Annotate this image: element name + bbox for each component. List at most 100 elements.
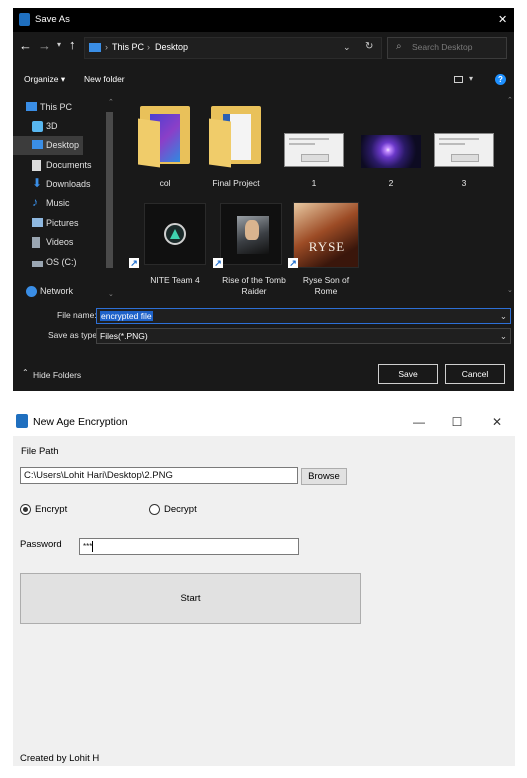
search-placeholder: Search Desktop: [412, 42, 473, 52]
sidebar-item-music[interactable]: ♪ Music: [13, 194, 83, 213]
folder-front-icon: [138, 118, 160, 168]
radio-selected-icon: [20, 504, 31, 515]
file-name-label: File name:: [57, 310, 97, 320]
chevron-up-icon[interactable]: ⌃: [22, 368, 29, 377]
file-name-value: encrypted file: [100, 311, 153, 321]
password-input[interactable]: ***: [79, 538, 299, 555]
decrypt-label: Decrypt: [164, 504, 197, 515]
app-logo-icon: [16, 414, 28, 428]
hide-folders-button[interactable]: Hide Folders: [33, 370, 81, 380]
file-item-nite-team-4[interactable]: ↗ NITE Team 4: [129, 202, 206, 298]
encrypt-radio[interactable]: Encrypt: [20, 503, 90, 517]
file-item-final-project[interactable]: Final Project: [201, 102, 271, 192]
chevron-down-icon[interactable]: ⌄: [507, 286, 513, 294]
network-icon: [26, 286, 37, 297]
file-list-scrollbar[interactable]: ⌃ ⌄: [506, 96, 514, 302]
sidebar-item-this-pc[interactable]: This PC: [13, 98, 83, 117]
drive-icon: [32, 261, 43, 267]
back-arrow-icon[interactable]: ←: [19, 38, 32, 53]
sidebar-item-label: Pictures: [46, 218, 79, 228]
chevron-down-icon[interactable]: ▾: [469, 74, 473, 83]
footer-credit: Created by Lohit H: [20, 753, 100, 764]
app-title: New Age Encryption: [33, 416, 128, 428]
file-name: col: [159, 178, 171, 188]
search-icon: ⌕: [396, 41, 402, 52]
view-options-icon[interactable]: [454, 76, 463, 83]
nite-team-logo-icon: [144, 203, 206, 265]
start-button[interactable]: Start: [20, 573, 361, 624]
minimize-button[interactable]: —: [399, 408, 439, 436]
close-button[interactable]: ✕: [477, 408, 517, 436]
chevron-down-icon[interactable]: ⌄: [500, 329, 507, 343]
close-icon[interactable]: ✕: [498, 13, 507, 26]
app-titlebar: New Age Encryption — ☐ ✕: [13, 408, 515, 436]
browse-button[interactable]: Browse: [301, 468, 347, 485]
sidebar-item-pictures[interactable]: Pictures: [13, 214, 83, 233]
sidebar-item-videos[interactable]: Videos: [13, 233, 83, 252]
file-name: Ryse Son of Rome: [302, 275, 350, 296]
file-item-2[interactable]: 2: [356, 102, 426, 192]
sidebar-item-label: Music: [46, 198, 70, 208]
download-icon: ⬇: [32, 176, 43, 190]
sidebar-item-label: Desktop: [46, 140, 80, 150]
desktop-icon: [32, 140, 43, 149]
sidebar-item-label: This PC: [40, 102, 73, 112]
image-thumbnail: [361, 135, 421, 168]
up-arrow-icon[interactable]: ↑: [69, 37, 76, 52]
file-item-ryse-son-of-rome[interactable]: RYSE ↗ Ryse Son of Rome: [285, 202, 359, 298]
file-name-input[interactable]: encrypted file ⌄: [96, 308, 511, 324]
chevron-down-icon[interactable]: ⌄: [343, 42, 351, 53]
shortcut-arrow-icon: ↗: [213, 258, 223, 268]
new-folder-button[interactable]: New folder: [84, 74, 125, 84]
sidebar-item-desktop[interactable]: Desktop: [13, 136, 83, 155]
breadcrumb-this-pc[interactable]: This PC: [112, 42, 144, 52]
maximize-button[interactable]: ☐: [437, 408, 477, 436]
command-bar: Organize ▾ New folder ▾ ?: [13, 68, 514, 96]
password-label: Password: [20, 539, 62, 550]
refresh-icon[interactable]: ↻: [365, 41, 373, 52]
chevron-down-icon[interactable]: ⌄: [108, 290, 114, 298]
file-path-input[interactable]: C:\Users\Lohit Hari\Desktop\2.PNG: [20, 467, 298, 484]
encryption-app-window: New Age Encryption — ☐ ✕ File Path C:\Us…: [13, 408, 515, 766]
organize-button[interactable]: Organize ▾: [24, 74, 65, 85]
sidebar-scrollbar[interactable]: [106, 112, 113, 268]
sidebar-item-network[interactable]: Network: [13, 282, 83, 301]
cube-icon: [32, 121, 43, 132]
password-value: ***: [83, 542, 93, 551]
chevron-up-icon[interactable]: ⌃: [108, 98, 114, 106]
file-item-1[interactable]: 1: [279, 102, 349, 192]
file-list: col Final Project 1 2 3 ↗ NITE Team 4 ↗ …: [117, 96, 506, 302]
chevron-up-icon[interactable]: ⌃: [507, 96, 513, 104]
file-path-label: File Path: [21, 446, 59, 457]
file-item-col[interactable]: col: [130, 102, 200, 192]
file-item-rise-of-the-tomb-raider[interactable]: ↗ Rise of the Tomb Raider: [207, 202, 286, 298]
sidebar-item-downloads[interactable]: ⬇ Downloads: [13, 175, 91, 194]
chevron-down-icon[interactable]: ⌄: [500, 309, 507, 323]
save-button[interactable]: Save: [378, 364, 438, 384]
recent-dropdown-icon[interactable]: ▾: [57, 40, 61, 49]
encrypt-label: Encrypt: [35, 504, 68, 515]
search-box[interactable]: ⌕ Search Desktop: [387, 37, 507, 59]
decrypt-radio[interactable]: Decrypt: [149, 503, 219, 517]
save-as-dialog: Save As ✕ ← → ▾ ↑ › This PC › Desktop ⌄ …: [13, 8, 514, 391]
address-bar[interactable]: › This PC › Desktop ⌄ ↻: [84, 37, 382, 59]
save-as-type-select[interactable]: Files(*.PNG) ⌄: [96, 328, 511, 344]
ryse-logo-text: RYSE: [308, 239, 346, 254]
sidebar-item-label: OS (C:): [46, 257, 77, 267]
sidebar-item-documents[interactable]: Documents: [13, 156, 92, 175]
pc-icon: [26, 102, 37, 111]
help-icon[interactable]: ?: [495, 74, 506, 85]
cancel-button[interactable]: Cancel: [445, 364, 505, 384]
shortcut-arrow-icon: ↗: [129, 258, 139, 268]
file-item-3[interactable]: 3: [429, 102, 499, 192]
save-as-type-value: Files(*.PNG): [100, 331, 148, 341]
sidebar-item-label: Downloads: [46, 179, 91, 189]
forward-arrow-icon[interactable]: →: [38, 38, 51, 53]
tomb-raider-cover-icon: [220, 203, 282, 265]
sidebar-item-os-c[interactable]: OS (C:): [13, 253, 83, 272]
app-logo-icon: [19, 13, 30, 26]
breadcrumb-desktop[interactable]: Desktop: [155, 42, 188, 52]
sidebar-item-3d-objects[interactable]: 3D Objects: [13, 117, 83, 150]
folder-front-icon: [209, 118, 231, 168]
file-name: Final Project: [212, 178, 260, 188]
